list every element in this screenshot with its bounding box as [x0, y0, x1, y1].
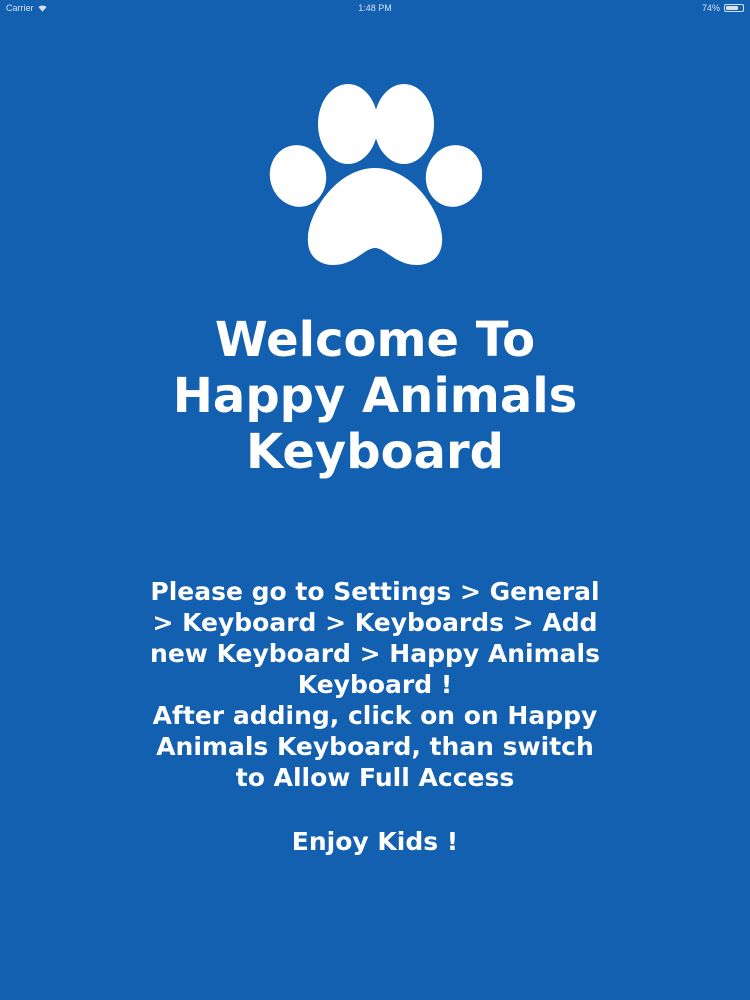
- title-line-3: Keyboard: [246, 424, 504, 480]
- instruction-line: After adding, click on on Happy: [152, 701, 598, 730]
- battery-fill: [726, 6, 738, 10]
- setup-instructions: Please go to Settings > General > Keyboa…: [130, 576, 620, 793]
- status-bar: Carrier 1:48 PM 74%: [0, 0, 750, 16]
- title-line-2: Happy Animals: [172, 368, 578, 424]
- welcome-title: Welcome To Happy Animals Keyboard: [0, 312, 750, 480]
- enjoy-message: Enjoy Kids !: [291, 827, 459, 856]
- instruction-line: to Allow Full Access: [235, 763, 515, 792]
- instruction-line: Animals Keyboard, than switch: [156, 732, 594, 761]
- instruction-line: > Keyboard > Keyboards > Add: [152, 608, 598, 637]
- battery-icon: [724, 4, 744, 12]
- status-time: 1:48 PM: [358, 3, 392, 13]
- paw-icon: [269, 84, 482, 265]
- instruction-line: Keyboard !: [297, 670, 453, 699]
- instruction-line: Please go to Settings > General: [150, 577, 600, 606]
- instruction-line: new Keyboard > Happy Animals: [150, 639, 600, 668]
- status-right: 74%: [702, 3, 744, 13]
- battery-percent: 74%: [701, 3, 720, 13]
- title-line-1: Welcome To: [214, 312, 536, 368]
